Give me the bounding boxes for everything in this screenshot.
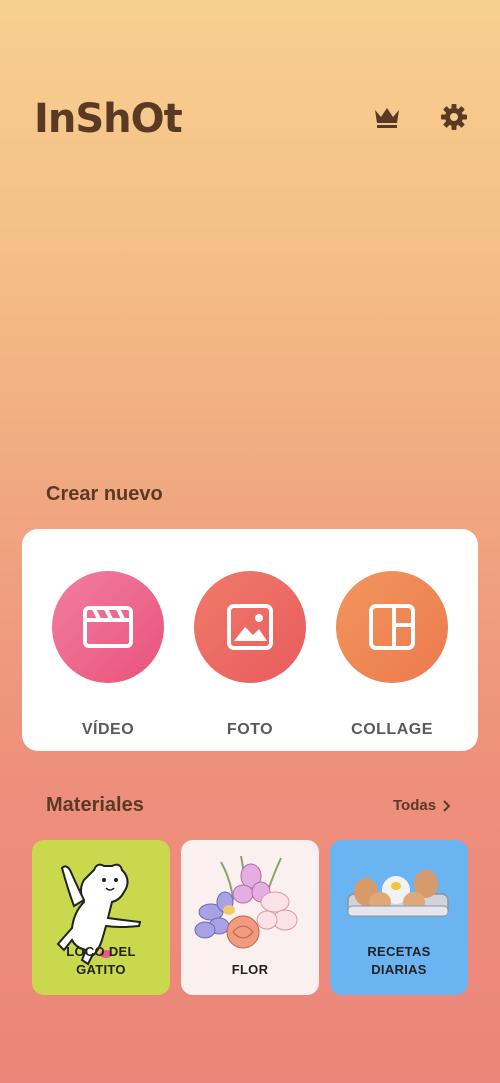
- collage-circle[interactable]: [336, 571, 448, 683]
- create-collage-button[interactable]: COLLAGE: [336, 571, 448, 739]
- app-logo: InShOt: [34, 96, 183, 142]
- photo-circle[interactable]: [194, 571, 306, 683]
- video-label: VÍDEO: [81, 721, 135, 738]
- material-tile-cat[interactable]: LOCO DEL GATITO: [32, 840, 170, 995]
- create-new-title: Crear nuevo: [46, 483, 163, 505]
- photo-label: FOTO: [226, 721, 274, 738]
- create-photo-button[interactable]: FOTO: [194, 571, 306, 739]
- collage-label: COLLAGE: [351, 721, 433, 738]
- create-card: VÍDEO FOTO COLLAGE: [22, 529, 478, 751]
- see-all-link[interactable]: Todas: [393, 797, 451, 814]
- material-tile-flower[interactable]: FLOR: [181, 840, 319, 995]
- crown-icon[interactable]: [372, 102, 402, 132]
- gear-icon[interactable]: [439, 102, 469, 132]
- material-tile-recipes[interactable]: RECETAS DIARIAS: [330, 840, 468, 995]
- tile-label-cat: LOCO DEL GATITO: [66, 944, 136, 977]
- image-icon: [227, 604, 273, 650]
- video-circle[interactable]: [52, 571, 164, 683]
- see-all-label: Todas: [393, 797, 437, 814]
- chevron-right-icon: [443, 799, 451, 812]
- create-video-button[interactable]: VÍDEO: [52, 571, 164, 739]
- materials-title: Materiales: [46, 794, 144, 816]
- tile-label-recipes: RECETAS DIARIAS: [367, 944, 431, 977]
- collage-icon: [369, 604, 415, 650]
- tile-label-flower: FLOR: [231, 962, 269, 977]
- clapperboard-icon: [83, 606, 133, 648]
